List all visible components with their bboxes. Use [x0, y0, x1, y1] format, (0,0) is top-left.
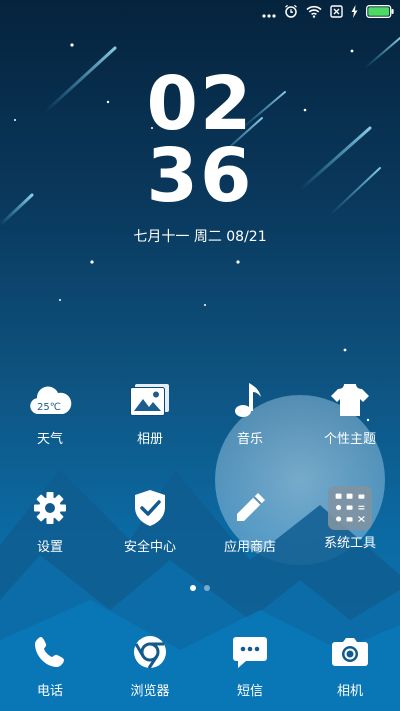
wifi-icon [306, 3, 322, 22]
page-indicator[interactable] [0, 585, 400, 591]
page-dot[interactable] [204, 585, 210, 591]
app-label: 设置 [36, 540, 63, 555]
app-store[interactable]: 应用商店 [200, 486, 300, 556]
app-label: 相机 [336, 684, 363, 699]
theme-shirt-icon [328, 378, 372, 422]
app-messages[interactable]: 短信 [200, 630, 300, 700]
app-label: 系统工具 [323, 536, 376, 551]
app-weather[interactable]: 25℃ 天气 [0, 378, 100, 448]
no-sim-icon [330, 3, 343, 22]
messages-icon [228, 630, 272, 674]
gear-icon [28, 486, 72, 530]
phone-icon [28, 630, 72, 674]
page-dot-active[interactable] [190, 585, 196, 591]
app-store-pencil-icon [228, 486, 272, 530]
dock: 电话 浏览器 短信 相机 [0, 630, 400, 700]
app-themes[interactable]: 个性主题 [300, 378, 400, 448]
app-music[interactable]: 音乐 [200, 378, 300, 448]
app-gallery[interactable]: 相册 [100, 378, 200, 448]
camera-icon [328, 630, 372, 674]
folder-system-tools[interactable]: 系统工具 [300, 486, 400, 556]
app-label: 应用商店 [223, 540, 276, 555]
weather-cloud-icon: 25℃ [28, 378, 72, 422]
clock-date: 七月十一 周二 08/21 [133, 229, 267, 245]
battery-icon [366, 3, 394, 22]
clock-minutes: 36 [146, 133, 254, 219]
app-settings[interactable]: 设置 [0, 486, 100, 556]
app-label: 电话 [36, 684, 63, 699]
browser-icon [128, 630, 172, 674]
app-label: 安全中心 [123, 540, 176, 555]
charging-icon [351, 3, 358, 22]
app-label: 天气 [36, 432, 63, 447]
clock-widget[interactable]: 02 36 七月十一 周二 08/21 [0, 61, 400, 246]
app-browser[interactable]: 浏览器 [100, 630, 200, 700]
gallery-icon [128, 378, 172, 422]
app-label: 音乐 [236, 432, 263, 447]
more-dots-icon [262, 3, 276, 22]
music-note-icon [228, 378, 272, 422]
app-label: 短信 [236, 684, 263, 699]
app-label: 相册 [136, 432, 163, 447]
app-label: 个性主题 [323, 432, 376, 447]
app-phone[interactable]: 电话 [0, 630, 100, 700]
folder-icon [328, 486, 372, 530]
security-shield-icon [128, 486, 172, 530]
app-row-1: 25℃ 天气 相册 音乐 个性主题 [0, 378, 400, 448]
alarm-icon [284, 3, 298, 22]
weather-temp: 25℃ [37, 402, 61, 413]
status-bar [0, 0, 400, 24]
clock-hours: 02 [146, 61, 254, 147]
app-label: 浏览器 [130, 684, 170, 699]
app-security[interactable]: 安全中心 [100, 486, 200, 556]
app-row-2: 设置 安全中心 应用商店 系统工具 [0, 486, 400, 556]
app-camera[interactable]: 相机 [300, 630, 400, 700]
